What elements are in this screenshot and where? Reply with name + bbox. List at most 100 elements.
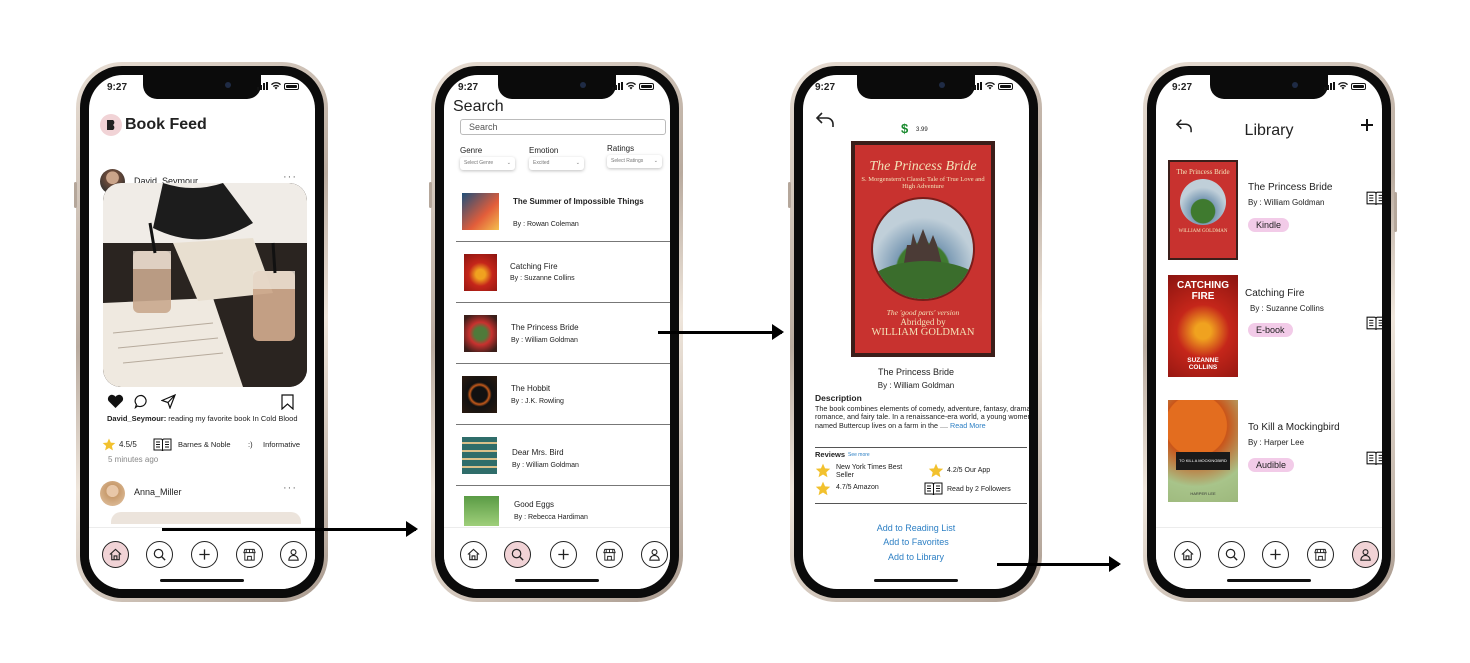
- tab-store[interactable]: [1307, 541, 1334, 568]
- search-icon: [511, 548, 524, 561]
- book-author: By : William Goldman: [877, 381, 955, 390]
- phone-search: 9:27 Search Search Genre Select Genre ⌄ E…: [429, 62, 683, 602]
- add-to-reading-list-button[interactable]: Add to Reading List: [803, 523, 1029, 533]
- status-time: 9:27: [815, 82, 836, 93]
- format-badge: Audible: [1248, 458, 1295, 472]
- result-title: Good Eggs: [514, 500, 555, 509]
- more-options-icon[interactable]: ···: [283, 482, 297, 494]
- add-to-favorites-button[interactable]: Add to Favorites: [803, 537, 1029, 547]
- plus-icon: [1270, 549, 1281, 560]
- tab-profile[interactable]: [641, 541, 668, 568]
- divider: [815, 503, 1027, 504]
- open-book-icon[interactable]: [1366, 451, 1382, 465]
- library-item-title: The Princess Bride: [1248, 182, 1333, 193]
- chevron-down-icon: ⌄: [506, 160, 511, 166]
- reviews-label: Reviews: [815, 450, 846, 459]
- profile-icon: [288, 549, 299, 561]
- filter-ratings-select[interactable]: Select Ratings ⌄: [607, 155, 662, 168]
- result-title: The Princess Bride: [511, 323, 579, 332]
- tab-store[interactable]: [596, 541, 623, 568]
- like-heart-icon[interactable]: [107, 394, 124, 409]
- signal-icon: [1324, 82, 1335, 90]
- result-author: By : Rowan Coleman: [513, 221, 579, 228]
- library-item-title: Catching Fire: [1245, 288, 1305, 299]
- description-label: Description: [815, 393, 862, 403]
- review-nyt: New York Times Best Seller: [836, 464, 903, 480]
- flow-arrow: [658, 325, 784, 339]
- cover-title: CATCHING FIRE: [1176, 280, 1230, 302]
- open-book-icon[interactable]: [1366, 316, 1382, 330]
- bookmark-icon[interactable]: [281, 394, 294, 410]
- search-input[interactable]: Search: [460, 119, 666, 135]
- filter-emotion-select[interactable]: Excited ⌄: [529, 157, 584, 170]
- share-icon[interactable]: [161, 394, 176, 409]
- cover-title: The Princess Bride: [869, 159, 977, 174]
- tab-add[interactable]: [1262, 541, 1289, 568]
- post-image[interactable]: [103, 183, 307, 387]
- search-icon: [1225, 548, 1238, 561]
- search-result-item[interactable]: The Summer of Impossible Things By : Row…: [456, 181, 670, 242]
- library-item-author: By : William Goldman: [1248, 198, 1325, 207]
- star-icon: [815, 481, 831, 496]
- see-more-link[interactable]: See more: [848, 452, 870, 458]
- tab-home[interactable]: [1174, 541, 1201, 568]
- comment-icon[interactable]: [134, 394, 149, 409]
- side-button: [429, 182, 432, 208]
- tab-add[interactable]: [550, 541, 577, 568]
- battery-icon: [998, 82, 1013, 90]
- filter-emotion-value: Excited: [533, 160, 550, 166]
- result-title: The Summer of Impossible Things: [513, 197, 644, 206]
- side-button: [1394, 192, 1397, 232]
- post-username[interactable]: Anna_Miller: [134, 487, 182, 497]
- home-indicator: [874, 579, 958, 582]
- tab-profile[interactable]: [1352, 541, 1379, 568]
- tab-profile[interactable]: [280, 541, 307, 568]
- status-icons: [257, 82, 299, 90]
- result-title: Catching Fire: [510, 262, 558, 271]
- review-followers: Read by 2 Followers: [947, 486, 1011, 493]
- home-indicator: [160, 579, 244, 582]
- book-cover: [464, 496, 499, 526]
- tab-search[interactable]: [146, 541, 173, 568]
- tab-home[interactable]: [460, 541, 487, 568]
- library-item[interactable]: The Princess Bride WILLIAM GOLDMAN The P…: [1168, 160, 1382, 262]
- search-result-item[interactable]: The Princess Bride By : William Goldman: [456, 303, 670, 364]
- wifi-icon: [271, 82, 281, 90]
- flow-arrow: [162, 522, 418, 536]
- back-arrow-icon[interactable]: [815, 111, 835, 129]
- home-icon: [1181, 548, 1194, 561]
- star-icon: [102, 438, 116, 451]
- tab-search[interactable]: [504, 541, 531, 568]
- status-icons: [612, 82, 654, 90]
- profile-icon: [1360, 549, 1371, 561]
- read-more-link[interactable]: Read More: [950, 421, 986, 430]
- add-to-library-button[interactable]: Add to Library: [803, 552, 1029, 562]
- post-caption: David_Seymour: reading my favorite book …: [107, 414, 307, 424]
- filter-genre-label: Genre: [460, 146, 483, 155]
- more-options-icon[interactable]: ···: [283, 171, 297, 183]
- result-title: Dear Mrs. Bird: [512, 448, 564, 457]
- library-item-title: To Kill a Mockingbird: [1248, 422, 1340, 433]
- filter-ratings-value: Select Ratings: [611, 158, 644, 164]
- search-icon: [153, 548, 166, 561]
- add-icon[interactable]: [1360, 118, 1374, 132]
- post-timestamp: 5 minutes ago: [108, 455, 159, 464]
- tab-add[interactable]: [191, 541, 218, 568]
- status-time: 9:27: [458, 82, 479, 93]
- tab-store[interactable]: [236, 541, 263, 568]
- library-item[interactable]: CATCHING FIRE SUZANNE COLLINS Catching F…: [1168, 275, 1382, 377]
- result-author: By : Suzanne Collins: [510, 275, 575, 282]
- tab-home[interactable]: [102, 541, 129, 568]
- search-result-item[interactable]: Catching Fire By : Suzanne Collins: [456, 242, 670, 303]
- avatar[interactable]: [100, 481, 125, 506]
- caption-username[interactable]: David_Seymour:: [107, 414, 166, 423]
- library-item[interactable]: TO KILL A MOCKINGBIRD HARPER LEE To Kill…: [1168, 400, 1382, 502]
- filter-genre-select[interactable]: Select Genre ⌄: [460, 157, 515, 170]
- search-result-item[interactable]: Dear Mrs. Bird By : William Goldman: [456, 425, 670, 486]
- feed-screen: 9:27 Book Feed David_Seymour ··· David_S…: [89, 75, 315, 589]
- cover-author: SUZANNE COLLINS: [1187, 357, 1219, 371]
- description-body: The book combines elements of comedy, ad…: [815, 404, 1029, 430]
- open-book-icon[interactable]: [1366, 191, 1382, 205]
- search-result-item[interactable]: The Hobbit By : J.K. Rowling: [456, 364, 670, 425]
- tab-search[interactable]: [1218, 541, 1245, 568]
